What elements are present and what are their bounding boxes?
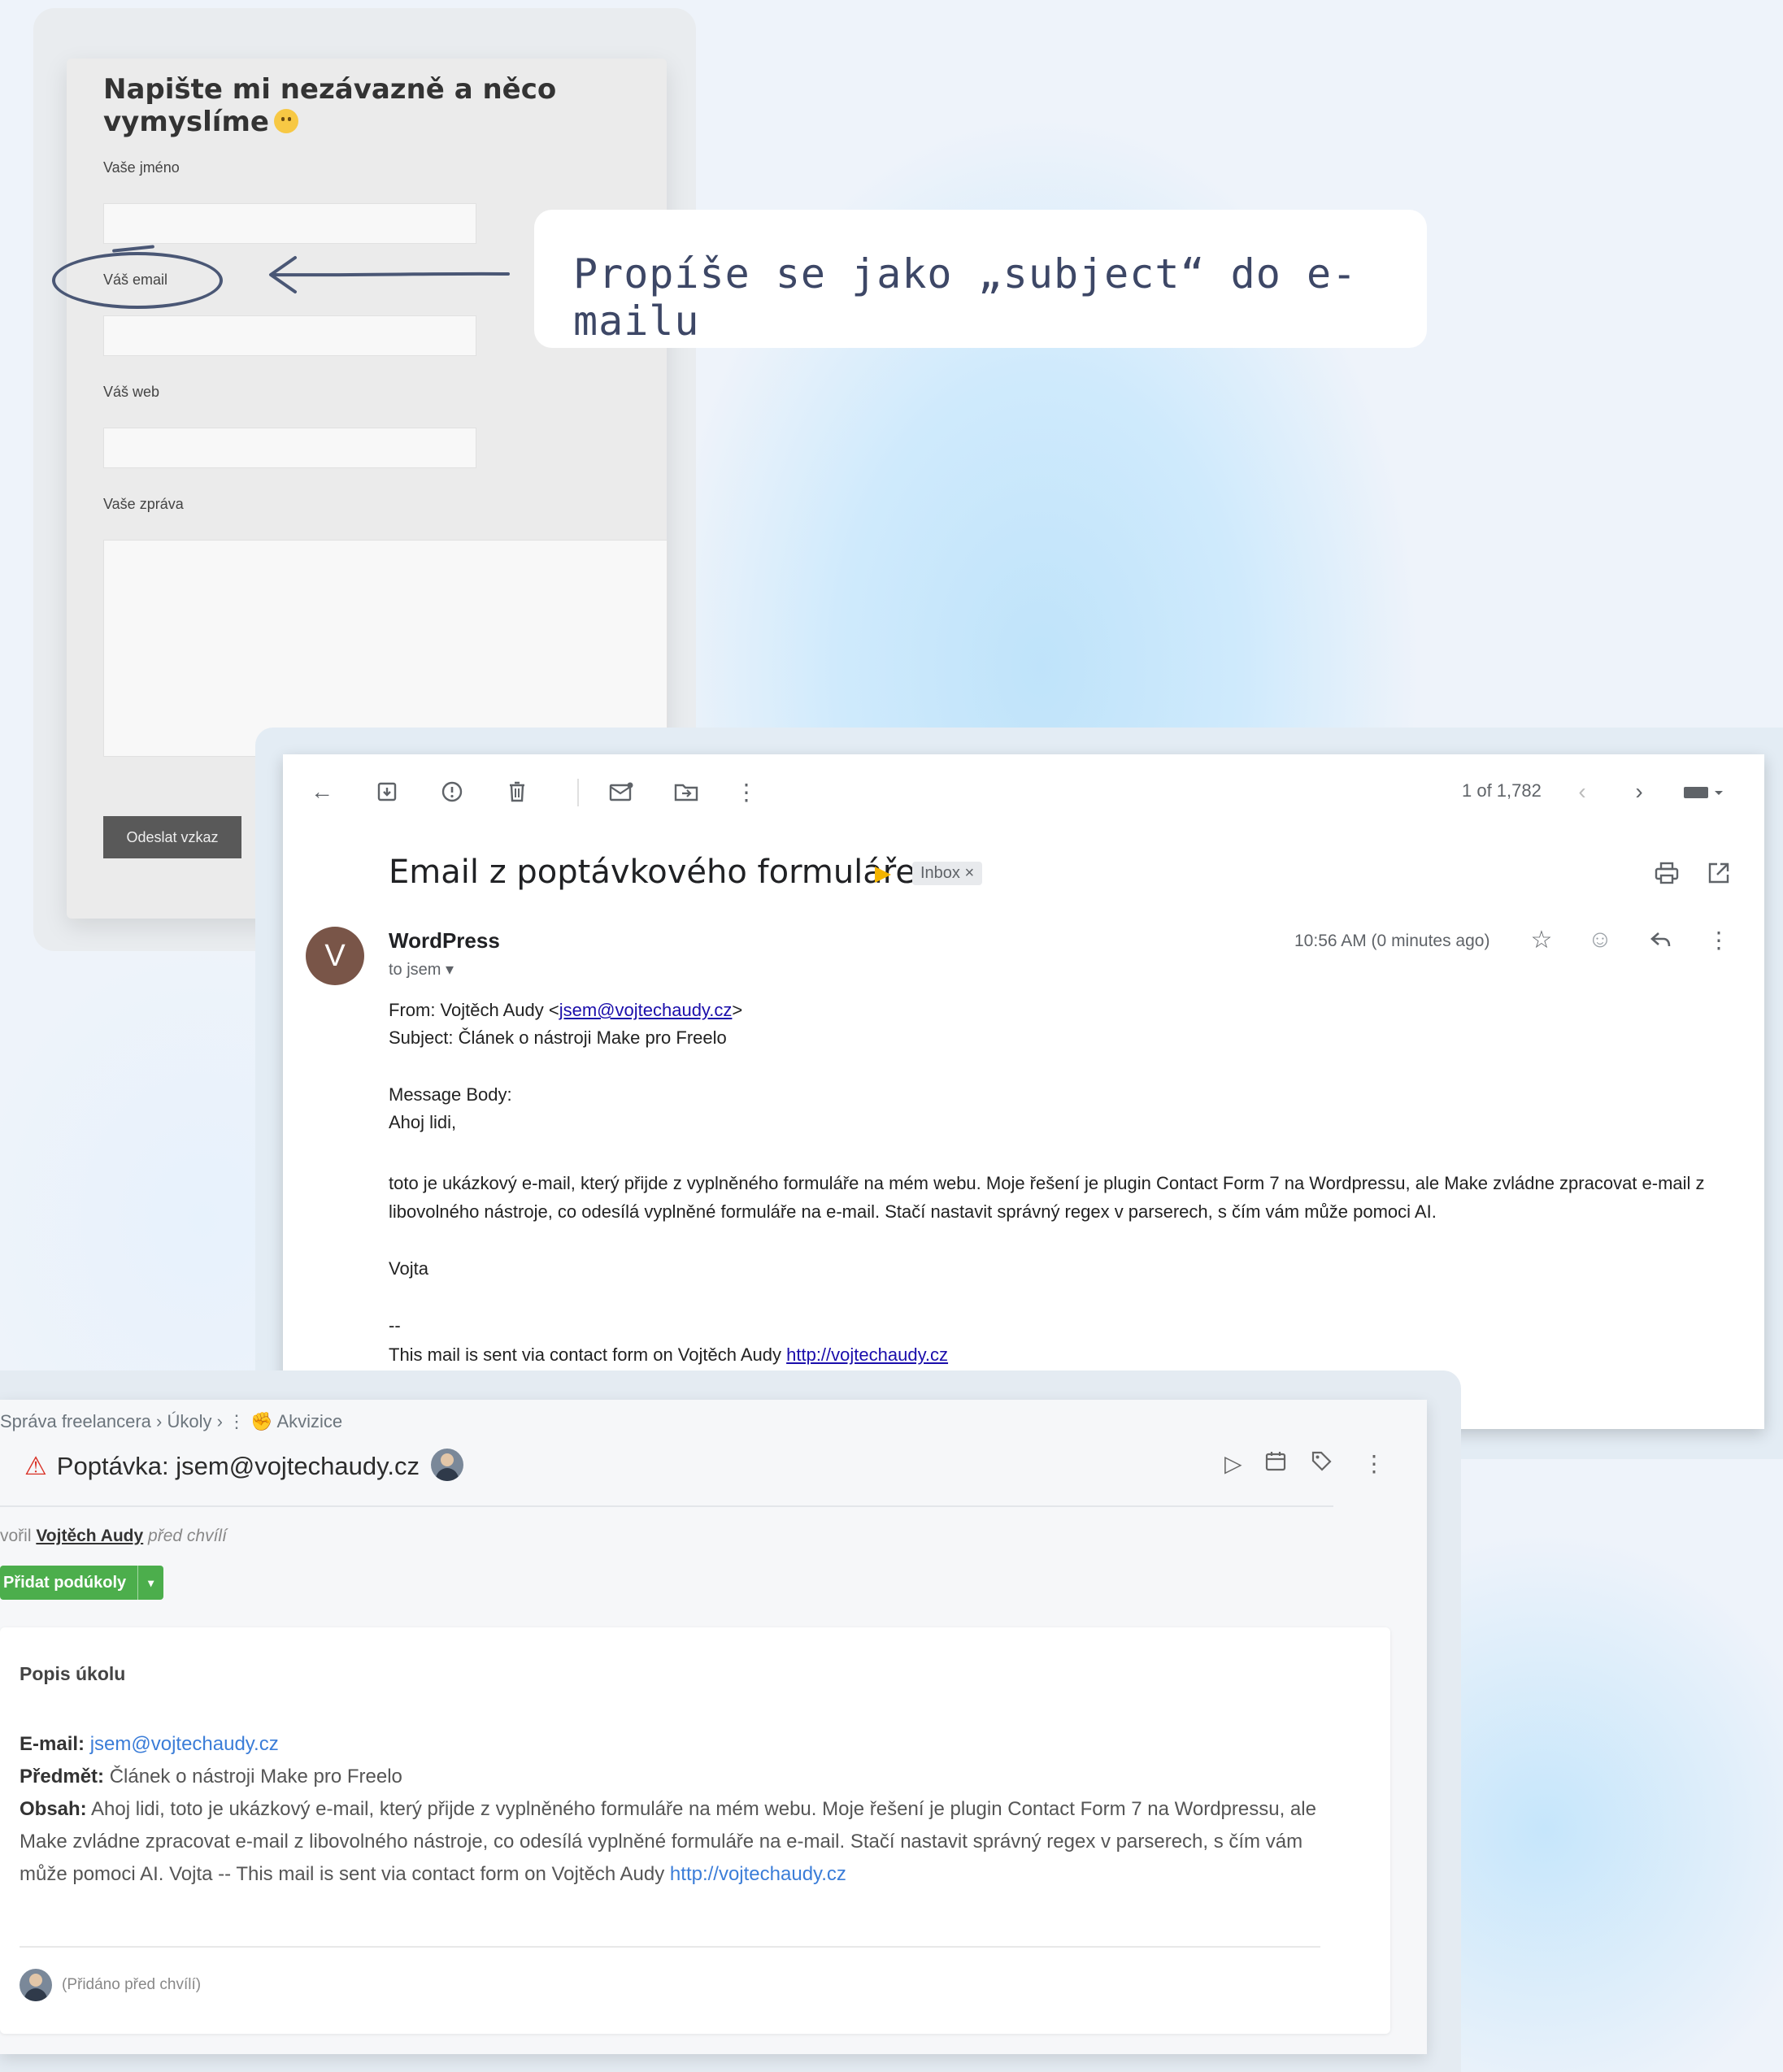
breadcrumb-separator-icon: › (156, 1411, 167, 1431)
delete-icon[interactable] (502, 777, 532, 806)
email-field-label: E-mail: (20, 1733, 85, 1755)
added-note: (Přidáno před chvílí) (62, 1976, 202, 1993)
meta-suffix: před chvílí (143, 1527, 227, 1545)
name-input[interactable] (103, 203, 476, 244)
footer-line: This mail is sent via contact form on Vo… (389, 1344, 948, 1366)
tag-icon[interactable] (1311, 1450, 1332, 1477)
star-icon[interactable]: ☆ (1527, 925, 1556, 954)
keyboard-input-icon[interactable] (1680, 777, 1729, 806)
sender-name[interactable]: WordPress (389, 928, 500, 953)
web-label: Váš web (103, 384, 160, 400)
breadcrumb: Správa freelancera › Úkoly › ⋮ ✊ Akvizic… (0, 1411, 342, 1432)
name-label: Vaše jméno (103, 159, 180, 176)
email-subject: Email z poptávkového formuláře (389, 854, 915, 891)
content-link[interactable]: http://vojtechaudy.cz (670, 1863, 846, 1885)
more-vertical-icon[interactable]: ⋮ (732, 777, 761, 806)
archive-icon[interactable] (372, 777, 402, 806)
subject-value: Článek o nástroji Make pro Freelo (109, 1766, 402, 1787)
importance-marker-icon[interactable] (875, 867, 891, 883)
add-subtasks-label: Přidat podúkoly (3, 1573, 127, 1592)
form-title-text: Napište mi nezávazně a něco vymyslíme (103, 73, 557, 138)
created-by-meta: vořil Vojtěch Audy před chvílí (0, 1527, 227, 1546)
pointer-arrow-icon (269, 256, 510, 293)
signature-dashes: -- (389, 1315, 401, 1336)
chevron-down-icon[interactable]: ▾ (137, 1566, 163, 1600)
report-spam-icon[interactable] (437, 777, 467, 806)
content-field-label: Obsah: (20, 1798, 87, 1820)
footer-link[interactable]: http://vojtechaudy.cz (786, 1344, 948, 1365)
task-description-panel: Popis úkolu E-mail: jsem@vojtechaudy.cz … (0, 1627, 1390, 2034)
body-paragraph: toto je ukázkový e-mail, který přijde z … (389, 1173, 1705, 1222)
meta-prefix: vořil (0, 1527, 37, 1545)
calendar-icon[interactable] (1265, 1450, 1286, 1477)
message-timestamp: 10:56 AM (0 minutes ago) (1294, 932, 1490, 950)
added-note-row: (Přidáno před chvílí) (20, 1969, 201, 2001)
description-heading: Popis úkolu (20, 1663, 126, 1684)
print-icon[interactable] (1652, 858, 1681, 888)
task-description: E-mail: jsem@vojtechaudy.cz Předmět: Člá… (20, 1728, 1353, 1891)
warning-icon: ⚠ (24, 1452, 47, 1480)
from-prefix: From: Vojtěch Audy < (389, 1000, 559, 1020)
author-avatar (20, 1969, 52, 2001)
inbox-label-chip[interactable]: Inbox × (912, 862, 983, 885)
message-body-label: Message Body: (389, 1084, 512, 1105)
add-subtasks-button[interactable]: Přidat podúkoly ▾ (0, 1566, 164, 1600)
email-value-link[interactable]: jsem@vojtechaudy.cz (90, 1733, 279, 1755)
web-input[interactable] (103, 428, 476, 468)
callout-text: Propíše se jako „subject“ do e-mailu (573, 250, 1358, 345)
author-link[interactable]: Vojtěch Audy (36, 1527, 143, 1545)
recipient-dropdown[interactable]: to jsem ▾ (389, 959, 454, 980)
email-highlight-circle (52, 252, 223, 309)
breadcrumb-tasks[interactable]: Úkoly (167, 1411, 211, 1431)
task-title-text[interactable]: Poptávka: jsem@vojtechaudy.cz (57, 1452, 420, 1480)
signature: Vojta (389, 1258, 428, 1279)
smiley-emoji-icon (273, 109, 298, 133)
greeting: Ahoj lidi, (389, 1112, 457, 1132)
header-divider (0, 1505, 1333, 1507)
annotation-callout: Propíše se jako „subject“ do e-mailu (534, 210, 1427, 348)
freelo-task-view: Správa freelancera › Úkoly › ⋮ ✊ Akvizic… (0, 1400, 1427, 2054)
task-more-icon[interactable]: ⋮ (1363, 1450, 1385, 1477)
submit-button[interactable]: Odeslat vzkaz (103, 816, 241, 858)
fist-emoji-icon: ✊ (250, 1411, 273, 1431)
subject-field-label: Předmět: (20, 1766, 105, 1787)
email-input[interactable] (103, 315, 476, 356)
form-title: Napište mi nezávazně a něco vymyslíme (103, 73, 559, 138)
from-suffix: > (732, 1000, 743, 1020)
breadcrumb-separator-icon: › ⋮ (216, 1411, 251, 1431)
mark-unread-icon[interactable] (607, 777, 636, 806)
message-label: Vaše zpráva (103, 496, 184, 512)
play-icon[interactable]: ▷ (1224, 1450, 1242, 1477)
from-line: From: Vojtěch Audy <jsem@vojtechaudy.cz> (389, 1000, 742, 1021)
task-title: ⚠ Poptávka: jsem@vojtechaudy.cz (24, 1449, 463, 1481)
from-email-link[interactable]: jsem@vojtechaudy.cz (559, 1000, 733, 1020)
panel-divider (20, 1946, 1320, 1948)
emoji-reaction-icon[interactable]: ☺ (1585, 925, 1615, 954)
sender-avatar: V (306, 927, 364, 985)
gmail-message-view: ← ⋮ 1 of 1,782 ‹ › Email z poptávkového … (283, 754, 1764, 1429)
toolbar-divider (577, 779, 579, 806)
breadcrumb-project[interactable]: Správa freelancera (0, 1411, 151, 1431)
assignee-avatar[interactable] (430, 1449, 463, 1481)
message-more-icon[interactable]: ⋮ (1704, 925, 1733, 954)
older-chevron-icon[interactable]: › (1624, 777, 1654, 806)
content-value: Ahoj lidi, toto je ukázkový e-mail, kter… (20, 1798, 1316, 1885)
reply-icon[interactable] (1646, 925, 1675, 954)
open-new-window-icon[interactable] (1704, 858, 1733, 888)
footer-text: This mail is sent via contact form on Vo… (389, 1344, 787, 1365)
subject-line: Subject: Článek o nástroji Make pro Free… (389, 1027, 727, 1048)
move-to-icon[interactable] (672, 777, 701, 806)
newer-chevron-icon[interactable]: ‹ (1568, 777, 1597, 806)
back-arrow-icon[interactable]: ← (307, 777, 337, 806)
breadcrumb-tasklist[interactable]: Akvizice (276, 1411, 342, 1431)
message-counter: 1 of 1,782 (1462, 780, 1542, 801)
message-textarea[interactable] (103, 540, 668, 757)
